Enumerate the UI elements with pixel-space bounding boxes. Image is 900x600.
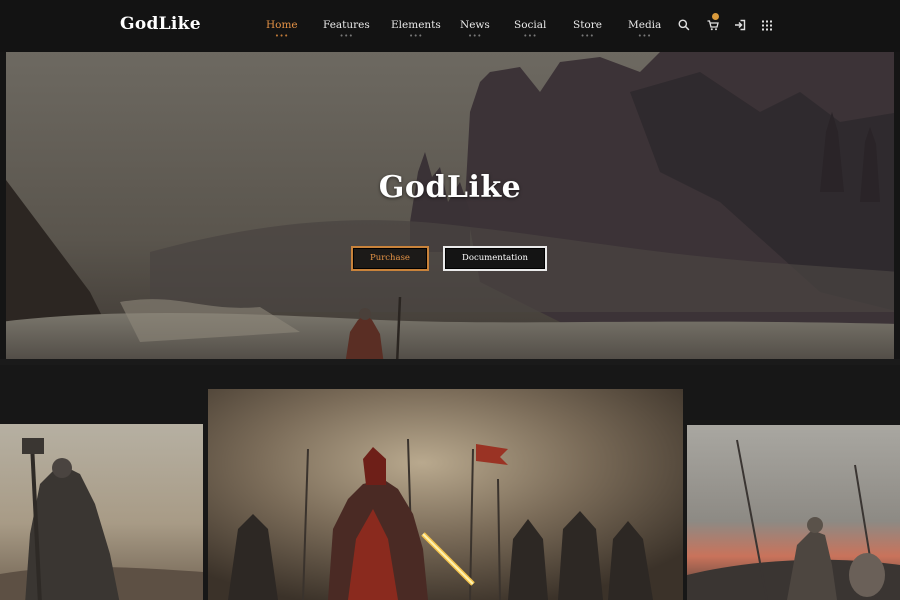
- nav-dots: •••: [637, 32, 652, 40]
- knight-hammer-artwork: [0, 424, 203, 600]
- nav-dots: •••: [580, 32, 595, 40]
- nav-item-elements[interactable]: Elements •••: [391, 19, 441, 40]
- top-navbar: GodLike Home ••• Features ••• Elements •…: [0, 0, 900, 52]
- nav-dots: •••: [274, 32, 289, 40]
- nav-item-label: News: [460, 19, 490, 31]
- knight-army-artwork: [208, 389, 683, 600]
- spearman-artwork: [687, 425, 900, 600]
- grid-menu-icon[interactable]: [760, 18, 774, 32]
- hero-castle-artwork: [0, 52, 900, 365]
- sign-in-icon[interactable]: [733, 18, 747, 32]
- nav-item-label: Media: [628, 19, 662, 31]
- nav-item-news[interactable]: News •••: [460, 19, 490, 40]
- nav-item-label: Home: [266, 19, 298, 31]
- nav-dots: •••: [408, 32, 423, 40]
- gallery-card-right[interactable]: [687, 425, 900, 600]
- nav-dots: •••: [523, 32, 538, 40]
- nav-item-label: Elements: [391, 19, 441, 31]
- nav-item-social[interactable]: Social •••: [514, 19, 547, 40]
- hero-title: GodLike: [378, 170, 522, 205]
- gallery-card-center[interactable]: [208, 389, 683, 600]
- nav-item-label: Social: [514, 19, 547, 31]
- artwork-gallery: [0, 365, 900, 600]
- nav-item-features[interactable]: Features •••: [323, 19, 370, 40]
- nav-item-store[interactable]: Store •••: [573, 19, 602, 40]
- cart-icon[interactable]: [706, 13, 720, 32]
- nav-item-media[interactable]: Media •••: [628, 19, 662, 40]
- cart-badge: [712, 13, 719, 20]
- documentation-button[interactable]: Documentation: [443, 246, 547, 271]
- nav-dots: •••: [467, 32, 482, 40]
- purchase-button[interactable]: Purchase: [351, 246, 429, 271]
- nav-item-home[interactable]: Home •••: [266, 19, 298, 40]
- hero-banner: GodLike Purchase Documentation: [0, 52, 900, 365]
- search-icon[interactable]: [677, 18, 691, 32]
- gallery-card-left[interactable]: [0, 424, 203, 600]
- nav-dots: •••: [339, 32, 354, 40]
- nav-item-label: Features: [323, 19, 370, 31]
- nav-item-label: Store: [573, 19, 602, 31]
